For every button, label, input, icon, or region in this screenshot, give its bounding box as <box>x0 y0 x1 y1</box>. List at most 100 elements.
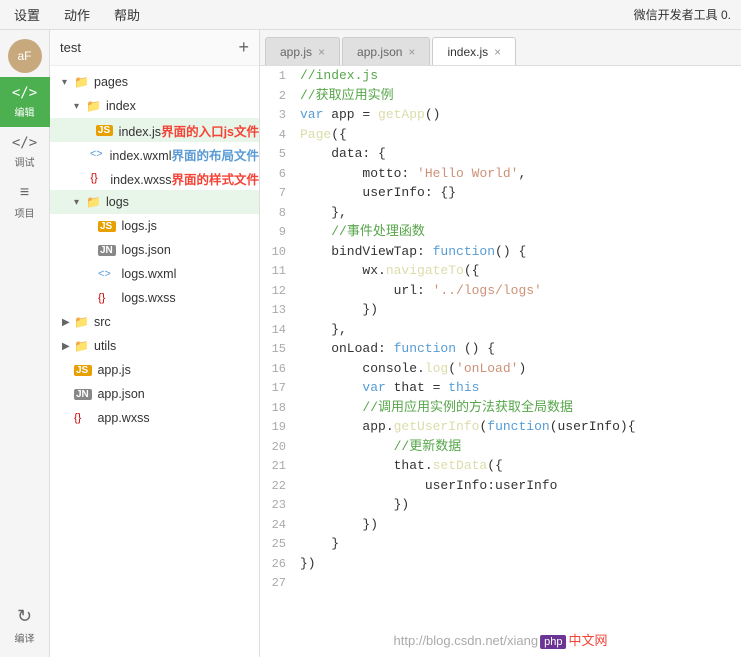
pages-folder-icon: 📁 <box>74 75 92 89</box>
line-number-9: 9 <box>260 222 296 242</box>
app-wxss-label: app.wxss <box>94 411 150 425</box>
tree-item-index-wxss[interactable]: {} index.wxss界面的样式文件 <box>50 166 259 190</box>
line-number-2: 2 <box>260 86 296 106</box>
index-wxss-icon: {} <box>90 172 105 184</box>
menu-actions[interactable]: 动作 <box>60 5 94 24</box>
app-json-arrow <box>62 389 74 400</box>
line-number-6: 6 <box>260 164 296 184</box>
tree-item-app-json[interactable]: JN app.json <box>50 382 259 406</box>
line-code-7: userInfo: {} <box>296 183 741 203</box>
src-arrow: ▶ <box>62 317 74 328</box>
code-line-24: 24 }) <box>260 515 741 535</box>
line-number-8: 8 <box>260 203 296 223</box>
code-line-1: 1 //index.js <box>260 66 741 86</box>
line-number-3: 3 <box>260 105 296 125</box>
line-code-10: bindViewTap: function() { <box>296 242 741 262</box>
tab-index-js-label: index.js <box>447 45 488 59</box>
tab-app-json-close[interactable]: × <box>408 45 415 59</box>
code-line-5: 5 data: { <box>260 144 741 164</box>
logs-js-arrow <box>86 221 98 232</box>
tree-item-app-js[interactable]: JS app.js <box>50 358 259 382</box>
logs-wxml-label: logs.wxml <box>118 267 176 281</box>
code-line-8: 8 }, <box>260 203 741 223</box>
line-code-2: //获取应用实例 <box>296 86 741 106</box>
tree-item-pages[interactable]: ▾ 📁 pages <box>50 70 259 94</box>
line-number-17: 17 <box>260 378 296 398</box>
index-wxss-arrow <box>81 173 91 184</box>
editor-area: app.js × app.json × index.js × 1 //index… <box>260 30 741 657</box>
tab-app-json[interactable]: app.json × <box>342 37 430 65</box>
sidebar-item-project[interactable]: ≡ 项目 <box>0 177 50 227</box>
code-line-4: 4 Page({ <box>260 125 741 145</box>
tab-index-js-close[interactable]: × <box>494 45 501 59</box>
logs-wxss-label: logs.wxss <box>118 291 176 305</box>
code-line-12: 12 url: '../logs/logs' <box>260 281 741 301</box>
line-code-13: }) <box>296 300 741 320</box>
menu-help[interactable]: 帮助 <box>110 5 144 24</box>
src-label: src <box>94 315 111 329</box>
tree-item-logs[interactable]: ▾ 📁 logs <box>50 190 259 214</box>
line-code-5: data: { <box>296 144 741 164</box>
line-code-15: onLoad: function () { <box>296 339 741 359</box>
tree-item-src[interactable]: ▶ 📁 src <box>50 310 259 334</box>
sidebar-item-compile[interactable]: ↻ 编译 <box>0 602 50 649</box>
tree-item-index-js[interactable]: JS index.js界面的入口js文件 <box>50 118 259 142</box>
logs-folder-icon: 📁 <box>86 195 104 209</box>
code-line-9: 9 //事件处理函数 <box>260 222 741 242</box>
sidebar-item-edit[interactable]: </> 编辑 <box>0 77 50 127</box>
file-tree-header: test + <box>50 30 259 66</box>
file-tree: test + ▾ 📁 pages ▾ 📁 index JS <box>50 30 260 657</box>
line-code-25: } <box>296 534 741 554</box>
line-number-25: 25 <box>260 534 296 554</box>
logs-arrow: ▾ <box>74 197 86 208</box>
editor-content[interactable]: 1 //index.js 2 //获取应用实例 3 var app = getA… <box>260 66 741 657</box>
index-wxss-label: index.wxss界面的样式文件 <box>107 169 259 188</box>
line-code-12: url: '../logs/logs' <box>296 281 741 301</box>
line-number-11: 11 <box>260 261 296 281</box>
line-code-17: var that = this <box>296 378 741 398</box>
project-label: 项目 <box>15 205 35 220</box>
line-code-19: app.getUserInfo(function(userInfo){ <box>296 417 741 437</box>
tree-item-app-wxss[interactable]: {} app.wxss <box>50 406 259 430</box>
compile-label: 编译 <box>15 630 35 645</box>
app-js-arrow <box>62 365 74 376</box>
code-line-6: 6 motto: 'Hello World', <box>260 164 741 184</box>
pages-arrow: ▾ <box>62 77 74 88</box>
tab-app-json-label: app.json <box>357 45 402 59</box>
tab-index-js[interactable]: index.js × <box>432 37 516 65</box>
code-line-16: 16 console.log('onLoad') <box>260 359 741 379</box>
line-code-20: //更新数据 <box>296 437 741 457</box>
file-tree-content: ▾ 📁 pages ▾ 📁 index JS index.js界面的入口js文件 <box>50 66 259 657</box>
tree-item-logs-wxml[interactable]: <> logs.wxml <box>50 262 259 286</box>
line-code-21: that.setData({ <box>296 456 741 476</box>
sidebar-item-debug[interactable]: </> 调试 <box>0 127 50 177</box>
tree-item-utils[interactable]: ▶ 📁 utils <box>50 334 259 358</box>
code-line-18: 18 //调用应用实例的方法获取全局数据 <box>260 398 741 418</box>
tree-item-logs-json[interactable]: JN logs.json <box>50 238 259 262</box>
tab-app-js-close[interactable]: × <box>318 45 325 59</box>
line-number-16: 16 <box>260 359 296 379</box>
tree-item-logs-js[interactable]: JS logs.js <box>50 214 259 238</box>
index-js-label: index.js界面的入口js文件 <box>115 121 259 140</box>
project-icon: ≡ <box>20 184 29 202</box>
tab-app-js[interactable]: app.js × <box>265 37 340 65</box>
logs-json-arrow <box>86 245 98 256</box>
line-code-1: //index.js <box>296 66 741 86</box>
avatar[interactable]: aF <box>8 39 42 73</box>
tree-item-index[interactable]: ▾ 📁 index <box>50 94 259 118</box>
line-number-27: 27 <box>260 573 296 592</box>
index-js-icon: JS <box>96 125 113 136</box>
file-tree-add-button[interactable]: + <box>238 37 249 58</box>
logs-wxss-arrow <box>86 293 98 304</box>
logs-json-label: logs.json <box>118 243 171 257</box>
line-number-12: 12 <box>260 281 296 301</box>
code-line-23: 23 }) <box>260 495 741 515</box>
tree-item-logs-wxss[interactable]: {} logs.wxss <box>50 286 259 310</box>
watermark: http://blog.csdn.net/xiangphp中文网 <box>394 630 608 649</box>
tree-item-index-wxml[interactable]: <> index.wxml界面的布局文件 <box>50 142 259 166</box>
code-line-17: 17 var that = this <box>260 378 741 398</box>
line-code-14: }, <box>296 320 741 340</box>
sidebar-icons: aF </> 编辑 </> 调试 ≡ 项目 ↻ 编译 <box>0 30 50 657</box>
menu-settings[interactable]: 设置 <box>10 5 44 24</box>
line-code-24: }) <box>296 515 741 535</box>
